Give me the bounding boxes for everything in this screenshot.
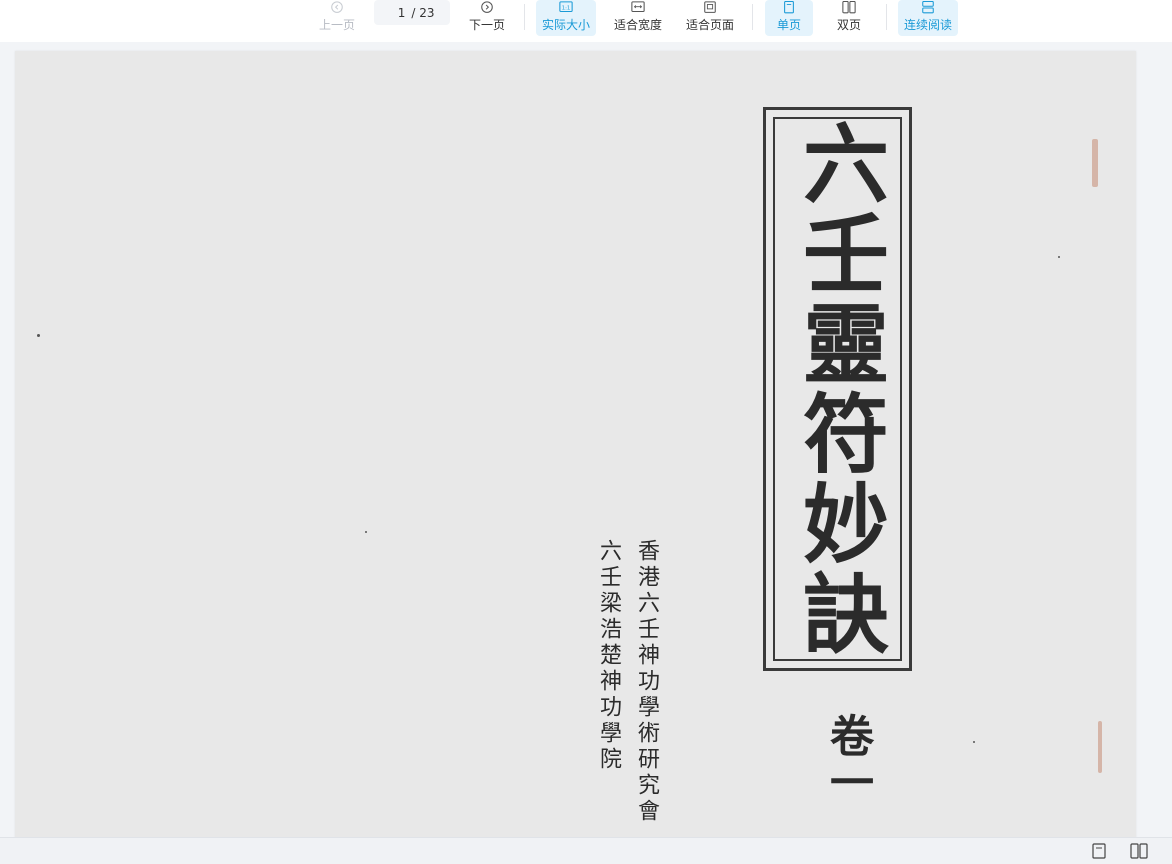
single-page-icon (784, 1, 794, 14)
actual-size-button[interactable]: 1:1 实际大小 (536, 0, 596, 36)
scan-speck (973, 741, 975, 743)
toolbar-divider (886, 4, 887, 30)
double-page-view-icon[interactable] (1130, 843, 1148, 859)
chevron-right-circle-icon (481, 1, 493, 13)
page-total: / 23 (411, 5, 435, 20)
continuous-reading-button[interactable]: 连续阅读 (898, 0, 958, 36)
publisher-line-2: 六壬梁浩楚神功學院 (596, 539, 621, 773)
prev-page-label: 上一页 (318, 18, 355, 32)
scan-speck (1058, 256, 1060, 258)
actual-size-label: 实际大小 (541, 18, 590, 32)
volume-label: 卷一 (822, 713, 873, 805)
continuous-reading-icon (922, 1, 934, 14)
scan-stain (1098, 721, 1102, 773)
book-title: 六壬靈符妙訣 (787, 119, 889, 659)
prev-page-button[interactable]: 上一页 (314, 0, 360, 36)
actual-size-icon-text: 1:1 (562, 5, 570, 11)
page-number-input[interactable] (389, 5, 406, 20)
fit-width-button[interactable]: 适合宽度 (608, 0, 668, 36)
page-indicator: / 23 (374, 0, 450, 25)
fit-page-icon (704, 1, 716, 13)
scan-speck (365, 531, 367, 533)
continuous-reading-label: 连续阅读 (903, 18, 952, 32)
title-frame-inner: 六壬靈符妙訣 (773, 117, 902, 661)
single-page-label: 单页 (776, 18, 801, 32)
next-page-label: 下一页 (468, 18, 505, 32)
fit-page-button[interactable]: 适合页面 (680, 0, 740, 36)
document-page: 六壬靈符妙訣 卷一 香港六壬神功學術研究會 六壬梁浩楚神功學院 (15, 51, 1136, 837)
document-viewport[interactable]: 六壬靈符妙訣 卷一 香港六壬神功學術研究會 六壬梁浩楚神功學院 (0, 42, 1172, 837)
double-page-label: 双页 (836, 18, 861, 32)
double-page-icon (842, 1, 856, 14)
single-page-button[interactable]: 单页 (765, 0, 813, 36)
fit-page-label: 适合页面 (685, 18, 734, 32)
double-page-button[interactable]: 双页 (825, 0, 873, 36)
fit-width-icon (631, 1, 645, 13)
next-page-button[interactable]: 下一页 (464, 0, 510, 36)
viewer-toolbar: 上一页 / 23 下一页 1:1 实际大小 适合宽度 适合页面 单页 双页 连续… (0, 0, 1172, 43)
title-frame: 六壬靈符妙訣 (763, 107, 912, 671)
publisher-line-1: 香港六壬神功學術研究會 (634, 539, 659, 825)
actual-size-icon: 1:1 (559, 1, 573, 13)
toolbar-divider (752, 4, 753, 30)
single-page-view-icon[interactable] (1090, 843, 1108, 859)
toolbar-divider (524, 4, 525, 30)
scan-stain (1092, 139, 1098, 187)
chevron-left-circle-icon (331, 1, 343, 13)
fit-width-label: 适合宽度 (613, 18, 662, 32)
status-bar (0, 837, 1172, 864)
scan-speck (37, 334, 40, 337)
